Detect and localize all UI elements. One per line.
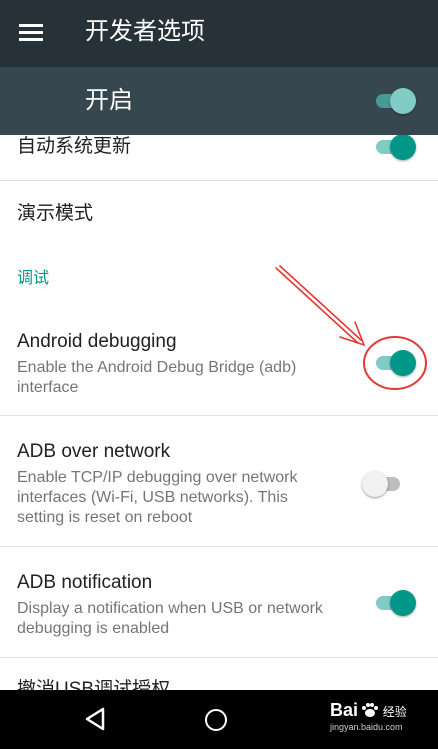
setting-summary: Enable the Android Debug Bridge (adb) in… <box>17 359 297 396</box>
setting-title: ADB notification <box>17 572 153 593</box>
auto-update-toggle[interactable] <box>372 135 416 162</box>
setting-demo-mode[interactable]: 演示模式 <box>0 181 438 249</box>
master-toggle[interactable] <box>372 86 416 116</box>
baidu-jingyan-watermark: Bai 经验 jingyan.baidu.com <box>330 700 407 732</box>
setting-title: Android debugging <box>17 331 177 352</box>
setting-title: 撤消USB调试授权 <box>17 679 171 690</box>
setting-adb-over-network[interactable]: ADB over network Enable TCP/IP debugging… <box>0 416 438 546</box>
back-triangle-icon[interactable] <box>84 707 106 731</box>
app-bar: 开发者选项 <box>0 0 438 67</box>
watermark-suffix: 经验 <box>382 705 407 719</box>
setting-title: 自动系统更新 <box>17 136 132 157</box>
hamburger-menu-icon[interactable] <box>19 22 43 42</box>
setting-summary: Display a notification when USB or netwo… <box>17 600 323 637</box>
android-debugging-toggle[interactable] <box>372 348 416 378</box>
setting-auto-system-update[interactable]: 自动系统更新 <box>0 135 438 180</box>
watermark-site: jingyan.baidu.com <box>330 722 403 732</box>
setting-android-debugging[interactable]: Android debugging Enable the Android Deb… <box>0 315 438 415</box>
setting-summary: Enable TCP/IP debugging over network int… <box>17 469 298 526</box>
home-circle-icon[interactable] <box>205 709 227 731</box>
watermark-brand: Bai <box>330 700 359 720</box>
adb-over-network-toggle[interactable] <box>362 469 406 499</box>
adb-notification-toggle[interactable] <box>372 588 416 618</box>
paw-logo-icon <box>362 703 379 717</box>
setting-title: ADB over network <box>17 441 171 462</box>
category-header-debug: 调试 <box>17 270 50 287</box>
master-switch-bar[interactable]: 开启 <box>0 67 438 135</box>
page-title: 开发者选项 <box>85 18 205 45</box>
setting-revoke-usb-authorizations[interactable]: 撤消USB调试授权 <box>0 658 438 690</box>
settings-list[interactable]: 自动系统更新 演示模式 调试 Android debugging Enable … <box>0 135 438 690</box>
master-switch-label: 开启 <box>85 87 133 114</box>
setting-adb-notification[interactable]: ADB notification Display a notification … <box>0 547 438 657</box>
setting-title: 演示模式 <box>17 203 94 224</box>
